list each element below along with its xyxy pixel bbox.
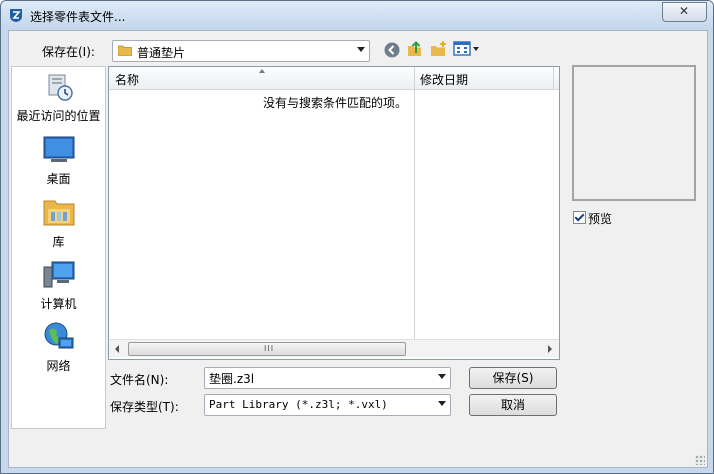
network-icon (44, 322, 74, 349)
file-name-label: 文件名(N): (110, 373, 169, 387)
computer-icon (43, 261, 75, 288)
scroll-right-icon[interactable] (548, 345, 552, 353)
column-header-label: 名称 (115, 73, 140, 87)
sidebar-item-label: 网络 (46, 359, 71, 373)
preview-checkbox[interactable] (573, 211, 586, 224)
sidebar-item-desktop[interactable]: 桌面 (12, 134, 105, 194)
file-type-dropdown[interactable]: Part Library (*.z3l; *.vxl) (204, 394, 451, 416)
window-title: 选择零件表文件... (30, 10, 126, 24)
file-type-value: Part Library (*.z3l; *.vxl) (209, 398, 388, 411)
sidebar-item-label: 计算机 (40, 297, 77, 311)
column-header-label: 修改日期 (420, 73, 469, 87)
sidebar-item-label: 库 (52, 235, 65, 249)
folder-icon (118, 45, 132, 56)
sidebar-item-recent-places[interactable]: 最近访问的位置 (12, 71, 105, 131)
preview-pane (572, 65, 696, 201)
column-header-type[interactable]: 类 (553, 67, 560, 90)
sidebar-item-network[interactable]: 网络 (12, 321, 105, 381)
desktop-icon (43, 136, 75, 162)
file-list[interactable]: 名称 修改日期 类 没有与搜索条件匹配的项。 III (108, 66, 560, 360)
file-name-value: 垫圈.z3l (209, 372, 255, 386)
column-header-date[interactable]: 修改日期 (414, 67, 553, 90)
save-dialog-window: 选择零件表文件... ✕ 保存在(I): 普通垫片 最近访问的位置 桌面 库 计… (0, 0, 714, 474)
empty-results-message: 没有与搜索条件匹配的项。 (263, 96, 408, 110)
recent-places-icon (48, 74, 73, 101)
scroll-thumb[interactable]: III (128, 342, 406, 356)
chevron-down-icon[interactable] (438, 374, 446, 379)
sidebar-item-label: 桌面 (46, 172, 71, 186)
column-header-name[interactable]: 名称 (109, 67, 414, 90)
title-bar[interactable]: 选择零件表文件... ✕ (1, 1, 713, 29)
save-in-dropdown[interactable]: 普通垫片 (112, 40, 370, 62)
resize-grip-icon[interactable] (695, 455, 705, 465)
new-folder-icon[interactable] (430, 40, 448, 58)
preview-label[interactable]: 预览 (588, 210, 612, 227)
libraries-icon (43, 200, 75, 226)
scroll-left-icon[interactable] (115, 345, 119, 353)
up-folder-icon[interactable] (406, 40, 424, 58)
cancel-button[interactable]: 取消 (469, 394, 557, 416)
file-type-label: 保存类型(T): (110, 400, 179, 414)
close-button[interactable]: ✕ (662, 2, 707, 22)
close-icon: ✕ (679, 4, 690, 18)
column-header-label: 类 (559, 71, 560, 88)
dialog-body: 保存在(I): 普通垫片 最近访问的位置 桌面 库 计算机 网络 名称 修改日期… (8, 30, 708, 468)
scroll-grip-icon: III (264, 344, 275, 353)
app-icon (10, 9, 22, 22)
file-name-input[interactable]: 垫圈.z3l (204, 367, 451, 389)
back-icon[interactable] (383, 41, 401, 59)
sort-ascending-icon (259, 69, 265, 73)
sidebar-item-libraries[interactable]: 库 (12, 197, 105, 257)
save-in-label: 保存在(I): (42, 45, 95, 59)
save-button[interactable]: 保存(S) (469, 367, 557, 389)
save-in-value: 普通垫片 (137, 46, 186, 60)
chevron-down-icon (438, 401, 446, 406)
sidebar-item-computer[interactable]: 计算机 (12, 259, 105, 319)
column-divider[interactable] (414, 67, 415, 339)
chevron-down-icon (357, 47, 365, 52)
column-divider[interactable] (553, 67, 554, 89)
horizontal-scrollbar[interactable]: III (109, 339, 559, 357)
places-bar: 最近访问的位置 桌面 库 计算机 网络 (11, 66, 106, 429)
sidebar-item-label: 最近访问的位置 (16, 109, 101, 123)
view-menu-icon[interactable] (453, 40, 481, 58)
